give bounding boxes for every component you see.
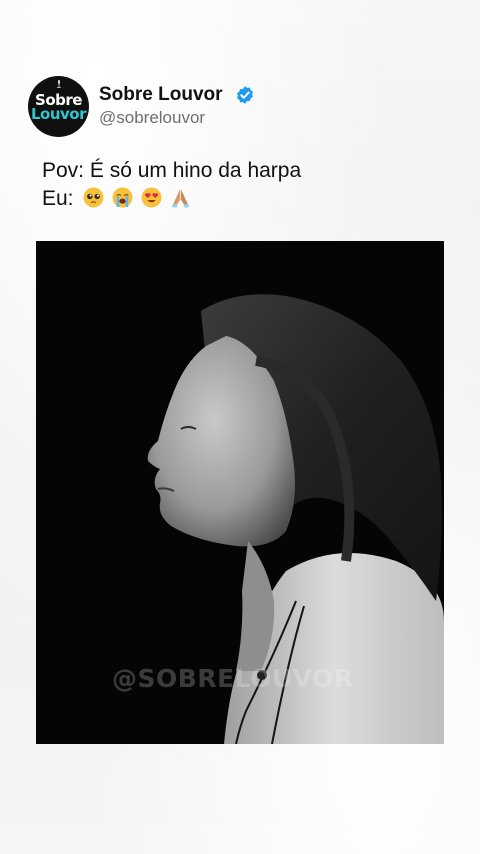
video-watermark: @SOBRELOUVOR xyxy=(112,664,354,693)
emoji-row xyxy=(83,185,193,213)
caption-line: Pov: É só um hino da harpa xyxy=(42,159,302,182)
caption-prefix: Eu: xyxy=(42,187,74,210)
user-handle[interactable]: @sobrelouvor xyxy=(99,108,205,128)
heart-eyes-face-icon xyxy=(141,187,162,208)
post-header: Sobre Louvor Sobre Louvor @sobrelouvor xyxy=(28,76,448,138)
post-caption: Pov: É só um hino da harpa Eu: xyxy=(42,157,442,213)
loudly-crying-face-icon xyxy=(112,187,133,208)
caption-line: Eu: xyxy=(42,185,442,213)
verified-badge-icon xyxy=(237,86,253,104)
post-video[interactable]: @SOBRELOUVOR xyxy=(36,241,444,744)
display-name[interactable]: Sobre Louvor xyxy=(99,84,223,106)
avatar-logo-text: Louvor xyxy=(30,105,87,123)
pleading-face-icon xyxy=(83,187,104,208)
microphone-icon xyxy=(57,80,61,88)
folded-hands-icon xyxy=(172,189,189,208)
avatar[interactable]: Sobre Louvor xyxy=(28,76,89,137)
